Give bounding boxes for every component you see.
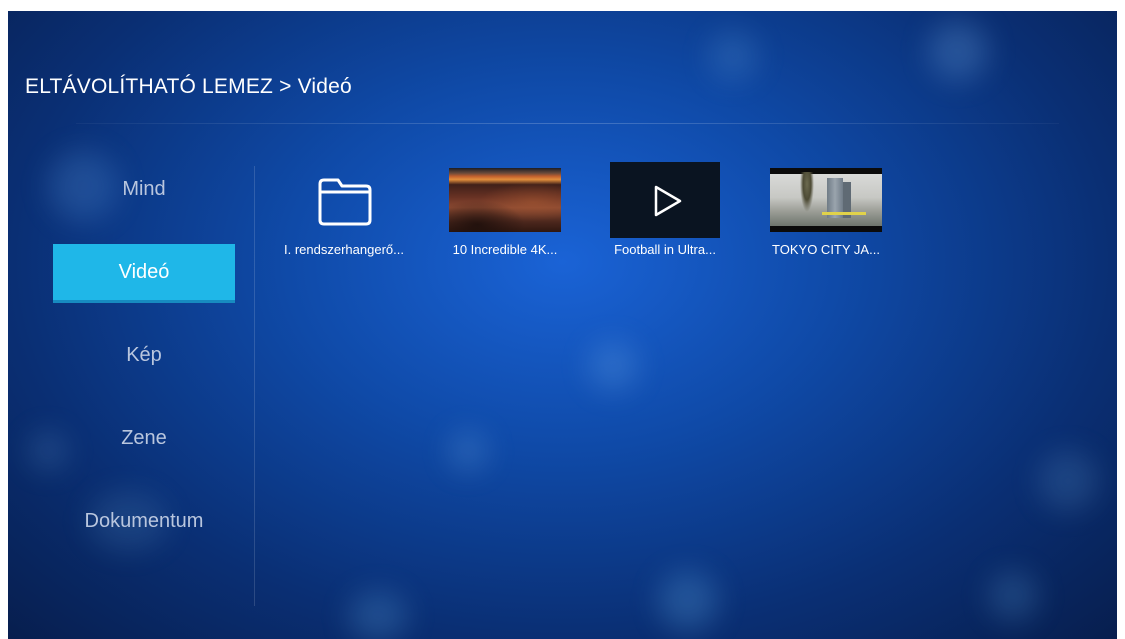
file-label: I. rendszerhangerő... [284,242,404,257]
background-bokeh [448,431,488,471]
sidebar-item-dokumentum[interactable]: Dokumentum [53,493,235,549]
video-thumbnail [610,162,720,238]
sidebar-item-zene[interactable]: Zene [53,410,235,466]
background-bokeh [588,341,638,391]
file-item-folder[interactable]: I. rendszerhangerő... [264,168,424,257]
background-bokeh [658,571,718,631]
sidebar-item-video[interactable]: Videó [53,244,235,303]
file-label: TOKYO CITY JA... [772,242,880,257]
file-label: 10 Incredible 4K... [452,242,558,257]
background-bokeh [928,21,988,81]
background-bokeh [1038,451,1098,511]
file-label: Football in Ultra... [614,242,716,257]
sidebar-divider [254,166,255,606]
folder-icon [312,168,376,232]
background-bokeh [708,31,758,81]
sidebar-item-kep[interactable]: Kép [53,327,235,383]
screen: ELTÁVOLÍTHATÓ LEMEZ > Videó Mind Videó K… [8,11,1117,639]
file-item-video[interactable]: 10 Incredible 4K... [425,168,585,257]
background-bokeh [988,571,1038,621]
breadcrumb: ELTÁVOLÍTHATÓ LEMEZ > Videó [25,75,352,98]
file-item-video[interactable]: TOKYO CITY JA... [746,168,906,257]
video-thumbnail [770,168,882,232]
sidebar-item-mind[interactable]: Mind [53,161,235,217]
video-thumbnail [449,168,561,232]
play-icon [654,185,682,217]
header-divider [76,123,1059,124]
background-bokeh [348,591,408,639]
file-item-video[interactable]: Football in Ultra... [585,162,745,257]
